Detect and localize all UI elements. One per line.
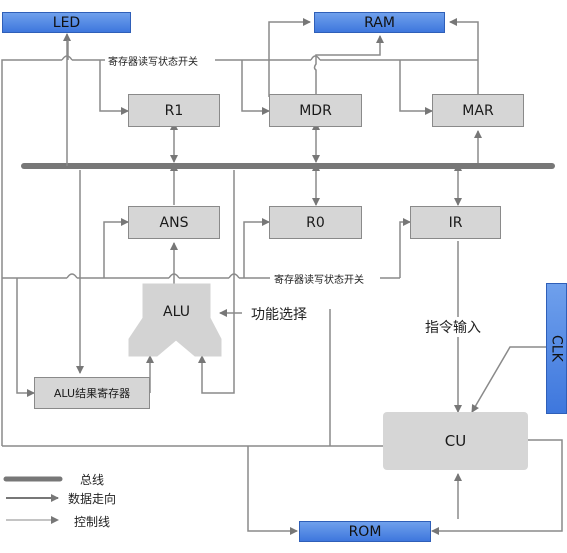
ans-register: ANS [128,206,220,239]
clk-box: CLK [546,283,567,414]
r1-register: R1 [128,94,220,127]
ir-register: IR [410,206,501,239]
cpu-diagram: LED RAM R1 MDR MAR ANS R0 IR ALU ALU结果寄存… [0,0,567,553]
r0-register: R0 [269,206,362,239]
alu-label: ALU [163,304,190,320]
reg-rw-switch-label-bottom: 寄存器读写状态开关 [272,271,366,286]
legend-data-flow: 数据走向 [68,492,117,506]
mar-register: MAR [432,94,524,127]
func-select-label: 功能选择 [248,304,310,324]
legend-bus: 总线 [80,473,105,487]
reg-rw-switch-label-top: 寄存器读写状态开关 [106,53,200,68]
ram-box: RAM [314,12,445,33]
mdr-register: MDR [269,94,362,127]
led-box: LED [2,12,131,33]
rom-box: ROM [299,521,431,542]
alu-result-register: ALU结果寄存器 [34,377,150,409]
legend-control-line: 控制线 [74,515,111,529]
cu-unit: CU [383,412,528,470]
instr-input-label: 指令输入 [422,317,484,337]
